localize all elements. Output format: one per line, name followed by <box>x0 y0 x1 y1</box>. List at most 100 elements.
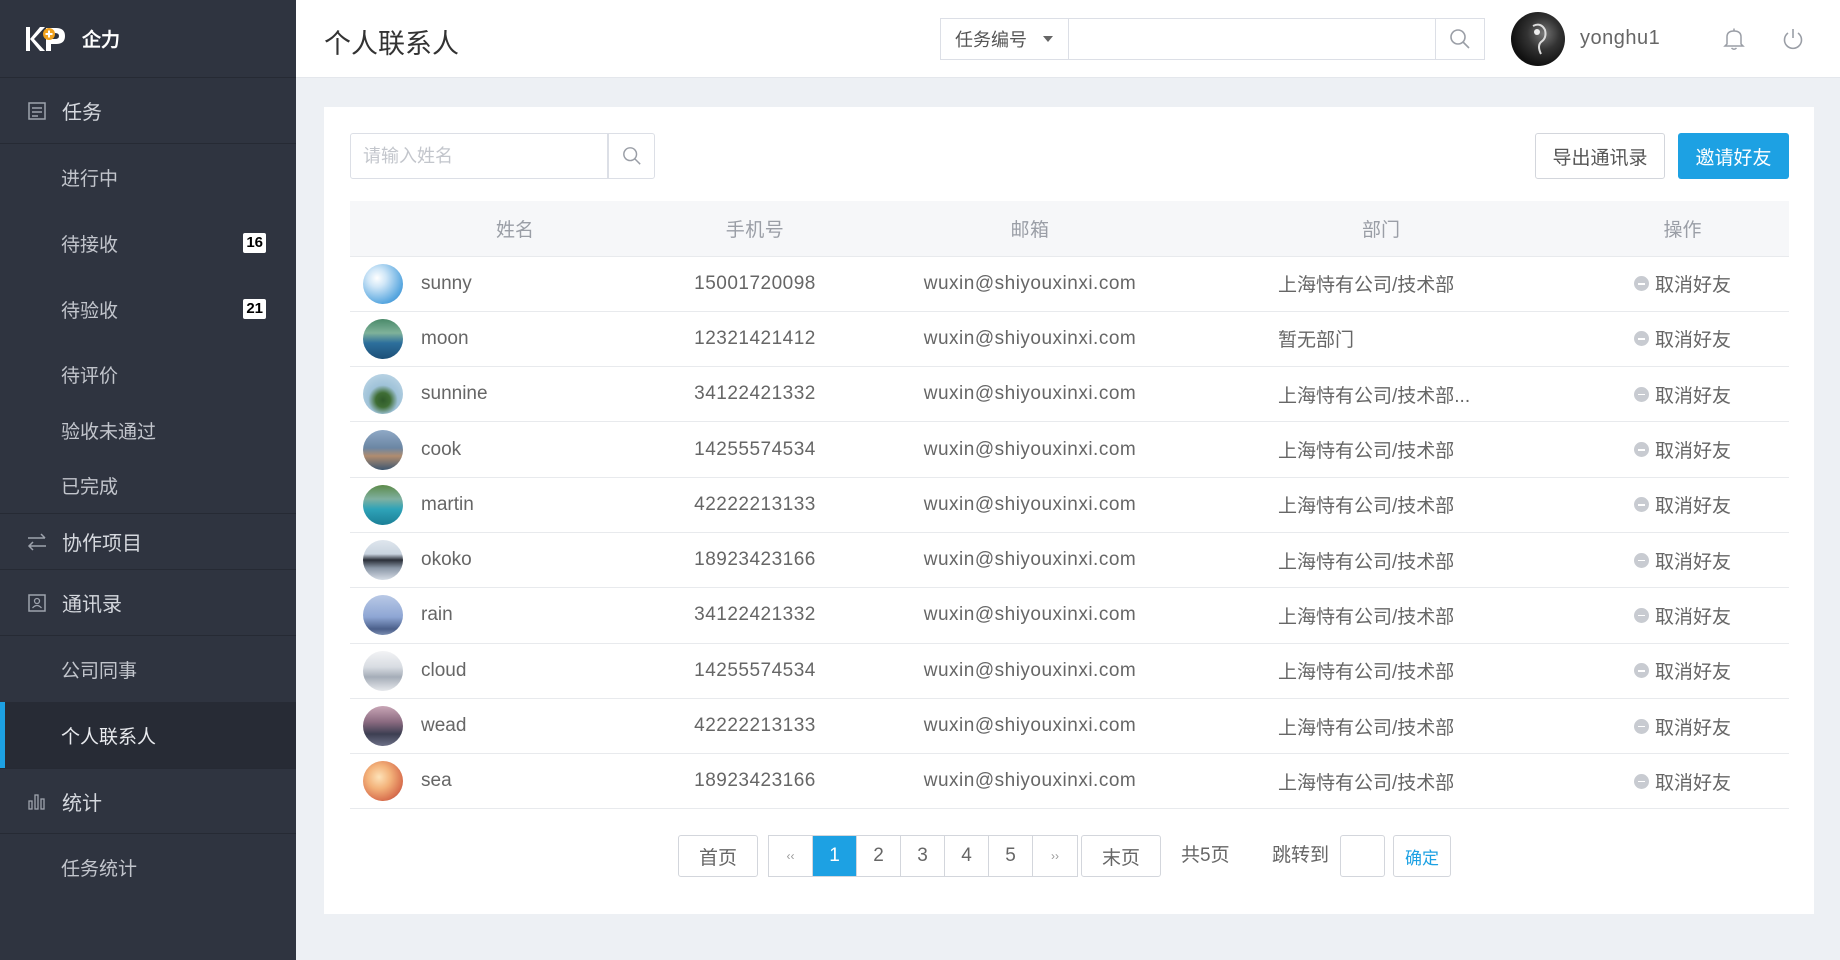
sidebar-item-label: 进行中 <box>61 168 119 190</box>
notification-button[interactable] <box>1720 25 1748 53</box>
minus-circle-icon <box>1633 607 1649 623</box>
contact-avatar[interactable] <box>363 318 403 359</box>
user-avatar[interactable] <box>1511 12 1565 66</box>
prev-page-button[interactable]: ‹‹ <box>769 836 813 876</box>
table-row: sea 18923423166 wuxin@shiyouxinxi.com 上海… <box>350 753 1789 810</box>
contact-name: rain <box>421 604 453 626</box>
username[interactable]: yonghu1 <box>1580 27 1660 50</box>
first-page-button[interactable]: 首页 <box>678 835 758 877</box>
unfriend-button[interactable]: 取消好友 <box>1633 381 1731 408</box>
count-badge: 21 <box>243 299 266 319</box>
page-number-group: ‹‹ 1 2 3 4 5 ›› <box>768 835 1078 877</box>
unfriend-label: 取消好友 <box>1654 606 1731 628</box>
total-pages: 共5页 <box>1181 845 1230 866</box>
sidebar-item-to-review[interactable]: 待评价 <box>0 346 296 402</box>
page-button-1[interactable]: 1 <box>813 836 857 876</box>
contact-name: cloud <box>421 659 467 681</box>
page-button-4[interactable]: 4 <box>945 836 989 876</box>
page-button-3[interactable]: 3 <box>901 836 945 876</box>
sidebar-group-label: 协作项目 <box>62 533 142 555</box>
contact-avatar[interactable] <box>363 429 403 470</box>
column-header-department: 部门 <box>1186 201 1576 257</box>
contact-department: 上海恃有公司/技术部 <box>1186 477 1576 533</box>
sidebar-item-rejected[interactable]: 验收未通过 <box>0 402 296 458</box>
unfriend-label: 取消好友 <box>1654 662 1731 684</box>
sidebar-group-label: 通讯录 <box>62 594 122 616</box>
invite-friend-button[interactable]: 邀请好友 <box>1678 133 1789 179</box>
sidebar-group-projects[interactable]: 协作项目 <box>0 514 296 570</box>
contact-phone: 34122421332 <box>636 587 874 644</box>
sidebar-item-personal-contacts[interactable]: 个人联系人 <box>0 702 296 768</box>
contact-phone: 14255574534 <box>636 421 874 478</box>
page-button-2[interactable]: 2 <box>857 836 901 876</box>
name-search-input[interactable] <box>350 133 608 179</box>
contacts-panel: 导出通讯录 邀请好友 姓名 手机号 邮箱 部门 操作 sunny 1500172… <box>324 107 1814 914</box>
contact-avatar[interactable] <box>363 540 403 581</box>
contact-avatar[interactable] <box>363 706 403 747</box>
sidebar-item-completed[interactable]: 已完成 <box>0 458 296 514</box>
contact-avatar[interactable] <box>363 650 403 691</box>
contact-avatar[interactable] <box>363 761 403 802</box>
contact-email: wuxin@shiyouxinxi.com <box>874 311 1186 368</box>
next-page-button[interactable]: ›› <box>1033 836 1077 876</box>
name-search-button[interactable] <box>608 133 655 179</box>
contact-avatar[interactable] <box>363 374 403 415</box>
sidebar-group-label: 统计 <box>62 792 102 815</box>
sidebar-group-contacts[interactable]: 通讯录 <box>0 570 296 636</box>
last-page-button[interactable]: 末页 <box>1081 835 1161 877</box>
column-header-phone: 手机号 <box>636 201 874 257</box>
sidebar-item-to-accept[interactable]: 待验收 21 <box>0 276 296 342</box>
sidebar-group-stats[interactable]: 统计 <box>0 768 296 834</box>
export-contacts-button[interactable]: 导出通讯录 <box>1535 133 1665 179</box>
unfriend-button[interactable]: 取消好友 <box>1633 713 1731 740</box>
unfriend-button[interactable]: 取消好友 <box>1633 270 1731 297</box>
minus-circle-icon <box>1633 331 1649 347</box>
sidebar-item-task-stats[interactable]: 任务统计 <box>0 834 296 900</box>
sidebar-item-in-progress[interactable]: 进行中 <box>0 144 296 210</box>
sidebar: 企力 任务 进行中 待接收 16 待验收 21 待评价 验收未通过 已完成 协作项目… <box>0 0 296 960</box>
unfriend-button[interactable]: 取消好友 <box>1633 657 1731 684</box>
contact-department: 上海恃有公司/技术部 <box>1186 753 1576 810</box>
top-header: 个人联系人 任务编号 yonghu1 <box>296 0 1840 78</box>
task-icon <box>26 100 48 122</box>
unfriend-button[interactable]: 取消好友 <box>1633 602 1731 629</box>
sidebar-group-tasks[interactable]: 任务 <box>0 78 296 144</box>
minus-circle-icon <box>1633 718 1649 734</box>
power-icon <box>1783 29 1803 50</box>
header-search-button[interactable] <box>1435 18 1485 60</box>
contact-email: wuxin@shiyouxinxi.com <box>874 477 1186 533</box>
unfriend-button[interactable]: 取消好友 <box>1633 491 1731 518</box>
sidebar-item-label: 验收未通过 <box>61 421 157 443</box>
caret-down-icon <box>1043 36 1053 42</box>
contact-department: 暂无部门 <box>1186 311 1576 368</box>
brand-logo[interactable]: 企力 <box>0 0 296 78</box>
contact-department: 上海恃有公司/技术部 <box>1186 643 1576 699</box>
minus-circle-icon <box>1633 442 1649 458</box>
table-row: moon 12321421412 wuxin@shiyouxinxi.com 暂… <box>350 311 1789 368</box>
contact-avatar[interactable] <box>363 595 403 636</box>
contact-avatar[interactable] <box>363 484 403 525</box>
contact-phone: 14255574534 <box>636 643 874 699</box>
sidebar-item-colleagues[interactable]: 公司同事 <box>0 636 296 702</box>
contact-name: okoko <box>421 549 472 571</box>
page-button-5[interactable]: 5 <box>989 836 1033 876</box>
logout-button[interactable] <box>1779 25 1807 53</box>
unfriend-button[interactable]: 取消好友 <box>1633 547 1731 574</box>
minus-circle-icon <box>1633 552 1649 568</box>
header-search-input[interactable] <box>1068 18 1436 60</box>
search-type-select[interactable]: 任务编号 <box>940 18 1070 60</box>
unfriend-button[interactable]: 取消好友 <box>1633 325 1731 352</box>
column-header-name: 姓名 <box>350 201 636 257</box>
contact-avatar[interactable] <box>363 263 403 304</box>
sidebar-item-to-receive[interactable]: 待接收 16 <box>0 210 296 276</box>
unfriend-button[interactable]: 取消好友 <box>1633 436 1731 463</box>
contact-phone: 15001720098 <box>636 256 874 312</box>
minus-circle-icon <box>1633 663 1649 679</box>
unfriend-button[interactable]: 取消好友 <box>1633 768 1731 795</box>
contact-email: wuxin@shiyouxinxi.com <box>874 532 1186 589</box>
swap-icon <box>26 531 48 553</box>
table-row: sunnine 34122421332 wuxin@shiyouxinxi.co… <box>350 366 1789 423</box>
jump-confirm-button[interactable]: 确定 <box>1393 835 1451 877</box>
jump-page-input[interactable] <box>1340 835 1385 877</box>
table-row: wead 42222213133 wuxin@shiyouxinxi.com 上… <box>350 698 1789 755</box>
